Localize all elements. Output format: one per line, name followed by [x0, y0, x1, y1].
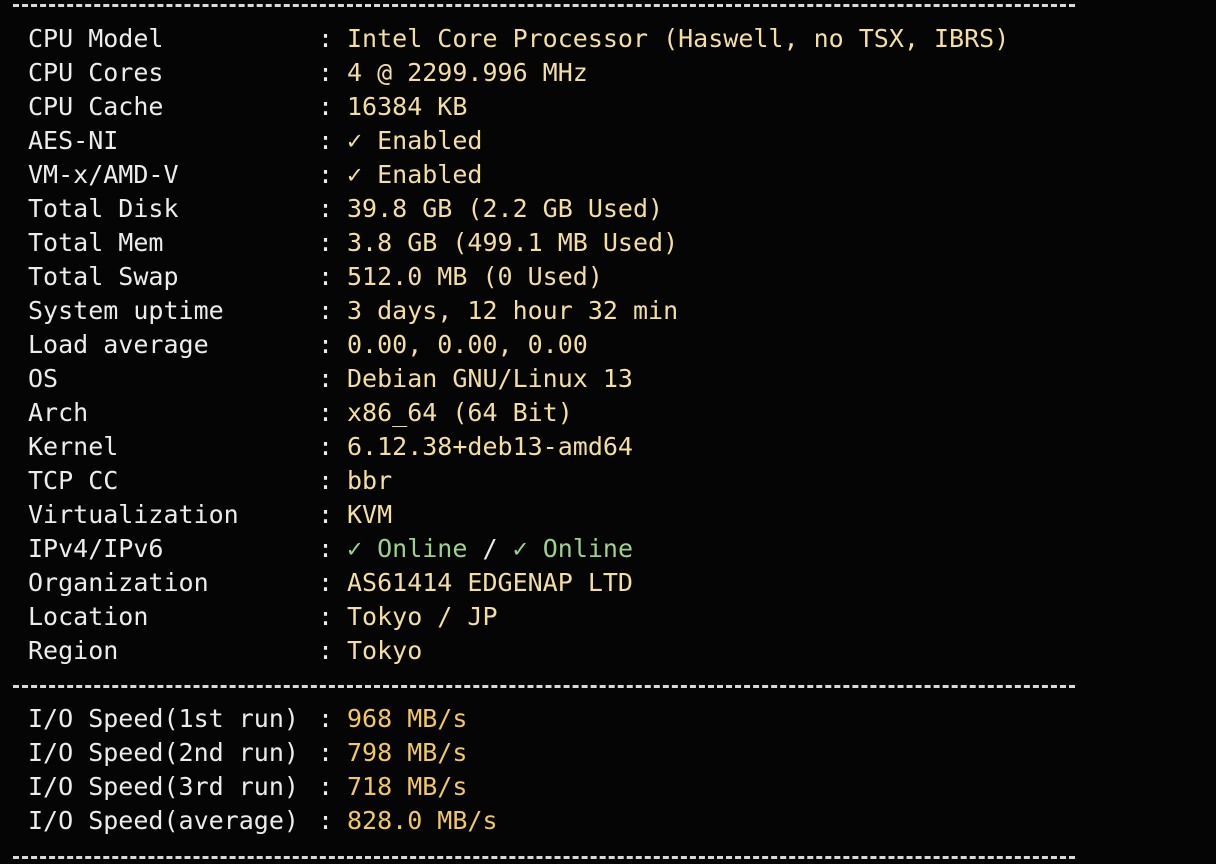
row-label: Virtualization: [28, 500, 239, 529]
row-label: AES-NI: [28, 126, 119, 155]
row-value: AS61414 EDGENAP LTD: [347, 568, 633, 597]
row-colon: :: [318, 398, 334, 427]
row-value: KVM: [347, 500, 393, 529]
terminal-window: CPU Model : Intel Core Processor (Haswel…: [0, 0, 1216, 864]
row-value: 16384 KB: [347, 92, 468, 121]
row-colon: :: [318, 160, 334, 189]
row-colon: :: [318, 228, 334, 257]
row-label: Region: [28, 636, 119, 665]
io-row-3rd-run: I/O Speed(3rd run) : 718 MB/s: [28, 770, 467, 804]
row-label: Load average: [28, 330, 209, 359]
row-value: ✓ Enabled: [347, 160, 483, 189]
row-label: Location: [28, 602, 149, 631]
row-colon: :: [318, 738, 334, 767]
row-label: OS: [28, 364, 59, 393]
row-colon: :: [318, 704, 334, 733]
info-row-virtualization: Virtualization : KVM: [28, 498, 392, 532]
row-value: 0.00, 0.00, 0.00: [347, 330, 588, 359]
info-row-cpu-model: CPU Model : Intel Core Processor (Haswel…: [28, 22, 1009, 56]
row-colon: :: [318, 58, 334, 87]
row-label: CPU Model: [28, 24, 164, 53]
row-colon: :: [318, 500, 334, 529]
row-colon: :: [318, 568, 334, 597]
row-value: 39.8 GB (2.2 GB Used): [347, 194, 664, 223]
row-colon: :: [318, 432, 334, 461]
row-value: 828.0 MB/s: [347, 806, 498, 835]
row-colon: :: [318, 296, 334, 325]
row-label: I/O Speed(1st run): [28, 704, 299, 733]
row-label: IPv4/IPv6: [28, 534, 164, 563]
row-value: x86_64 (64 Bit): [347, 398, 573, 427]
info-row-kernel: Kernel : 6.12.38+deb13-amd64: [28, 430, 633, 464]
info-row-aes-ni: AES-NI : ✓ Enabled: [28, 124, 482, 158]
row-colon: :: [318, 806, 334, 835]
row-label: Organization: [28, 568, 209, 597]
row-value: 3 days, 12 hour 32 min: [347, 296, 679, 325]
row-value: bbr: [347, 466, 393, 495]
row-value: 718 MB/s: [347, 772, 468, 801]
row-value: 3.8 GB (499.1 MB Used): [347, 228, 679, 257]
ipv6-status: ✓ Online: [512, 534, 634, 563]
info-row-tcp-cc: TCP CC : bbr: [28, 464, 392, 498]
row-value: 968 MB/s: [347, 704, 468, 733]
info-row-vm-x-amd-v: VM-x/AMD-V : ✓ Enabled: [28, 158, 482, 192]
row-colon: :: [318, 24, 334, 53]
io-row-average: I/O Speed(average) : 828.0 MB/s: [28, 804, 498, 838]
ip-status-divider: /: [482, 534, 498, 563]
row-colon: :: [318, 466, 334, 495]
info-row-total-mem: Total Mem : 3.8 GB (499.1 MB Used): [28, 226, 678, 260]
row-label: I/O Speed(3rd run): [28, 772, 299, 801]
row-label: System uptime: [28, 296, 224, 325]
row-value: Tokyo: [347, 636, 423, 665]
row-colon: :: [318, 602, 334, 631]
row-value: 4 @ 2299.996 MHz: [347, 58, 588, 87]
row-label: Kernel: [28, 432, 119, 461]
info-row-load-average: Load average : 0.00, 0.00, 0.00: [28, 328, 588, 362]
info-row-arch: Arch : x86_64 (64 Bit): [28, 396, 573, 430]
row-value: Debian GNU/Linux 13: [347, 364, 633, 393]
info-row-organization: Organization : AS61414 EDGENAP LTD: [28, 566, 633, 600]
row-value: Tokyo / JP: [347, 602, 498, 631]
row-colon: :: [318, 330, 334, 359]
io-row-2nd-run: I/O Speed(2nd run) : 798 MB/s: [28, 736, 467, 770]
row-label: Arch: [28, 398, 89, 427]
row-value: ✓ Enabled: [347, 126, 483, 155]
info-row-total-swap: Total Swap : 512.0 MB (0 Used): [28, 260, 603, 294]
row-label: CPU Cache: [28, 92, 164, 121]
row-colon: :: [318, 636, 334, 665]
row-colon: :: [318, 126, 334, 155]
row-label: TCP CC: [28, 466, 119, 495]
ipv4-status: ✓ Online: [347, 534, 468, 563]
row-colon: :: [318, 262, 334, 291]
row-value: 6.12.38+deb13-amd64: [347, 432, 633, 461]
row-colon: :: [318, 364, 334, 393]
row-label: VM-x/AMD-V: [28, 160, 179, 189]
row-value: 512.0 MB (0 Used): [347, 262, 603, 291]
row-label: Total Mem: [28, 228, 164, 257]
row-label: I/O Speed(2nd run): [28, 738, 299, 767]
ip-status-value: ✓ Online / ✓ Online: [347, 532, 633, 566]
row-label: CPU Cores: [28, 58, 164, 87]
row-label: Total Disk: [28, 194, 179, 223]
row-colon: :: [318, 92, 334, 121]
row-label: I/O Speed(average): [28, 806, 299, 835]
row-colon: :: [318, 534, 334, 563]
row-value: 798 MB/s: [347, 738, 468, 767]
info-row-system-uptime: System uptime : 3 days, 12 hour 32 min: [28, 294, 678, 328]
info-row-region: Region : Tokyo: [28, 634, 422, 668]
row-value: Intel Core Processor (Haswell, no TSX, I…: [347, 24, 1010, 53]
info-row-total-disk: Total Disk : 39.8 GB (2.2 GB Used): [28, 192, 663, 226]
info-row-cpu-cores: CPU Cores : 4 @ 2299.996 MHz: [28, 56, 588, 90]
info-row-os: OS : Debian GNU/Linux 13: [28, 362, 633, 396]
info-row-location: Location : Tokyo / JP: [28, 600, 498, 634]
row-label: Total Swap: [28, 262, 179, 291]
info-row-cpu-cache: CPU Cache : 16384 KB: [28, 90, 467, 124]
info-row-ipv4-ipv6: IPv4/IPv6 : ✓ Online / ✓ Online: [28, 532, 633, 566]
io-row-1st-run: I/O Speed(1st run) : 968 MB/s: [28, 702, 467, 736]
separator-line-top: [13, 4, 1075, 7]
row-colon: :: [318, 194, 334, 223]
row-colon: :: [318, 772, 334, 801]
separator-line-bottom: [13, 856, 1075, 859]
separator-line-middle: [13, 685, 1075, 688]
